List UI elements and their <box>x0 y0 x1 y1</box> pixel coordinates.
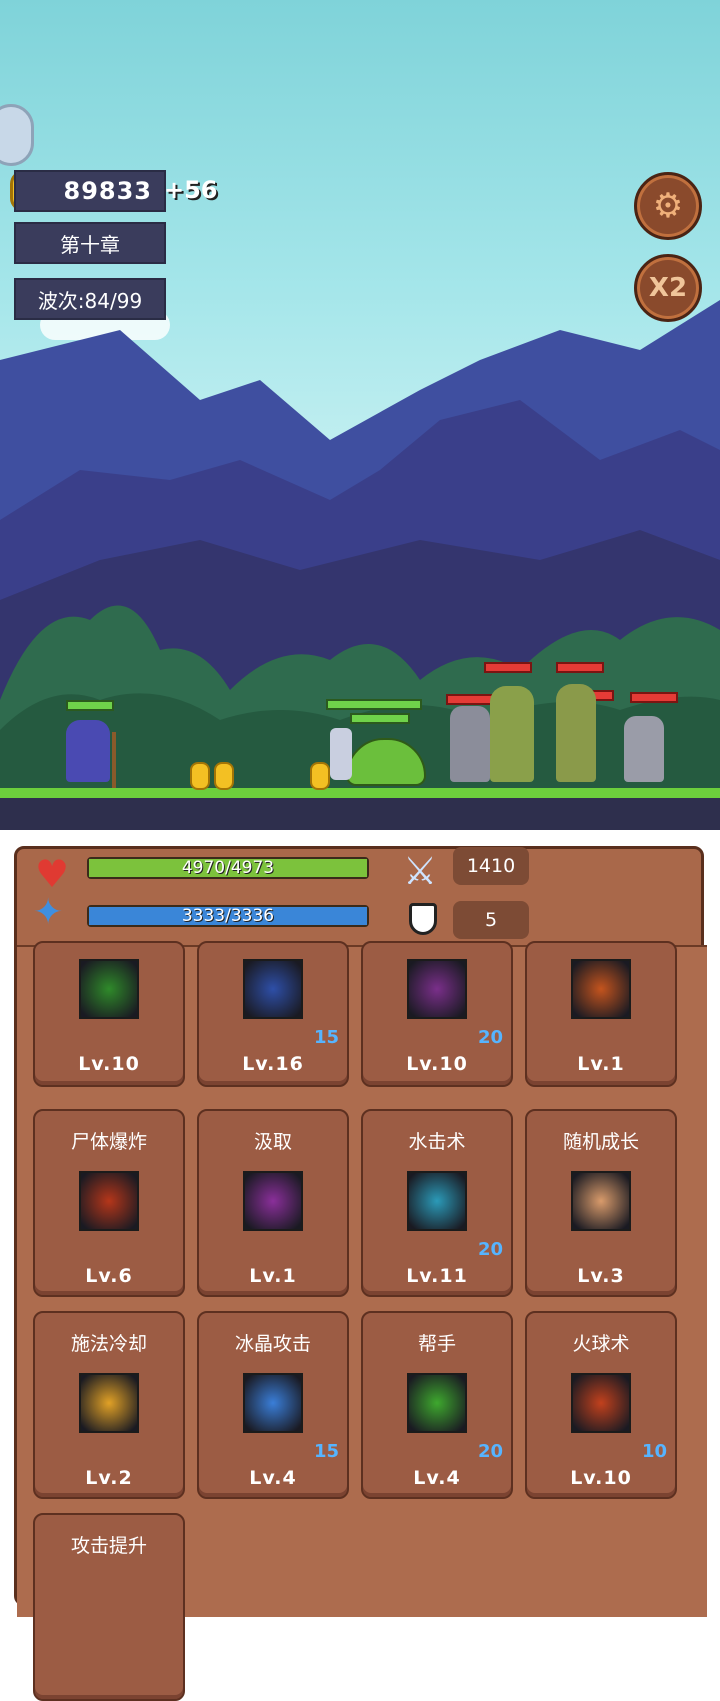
shield-icon <box>409 903 437 935</box>
skill-card[interactable]: 15 Lv.16 <box>197 941 349 1087</box>
skill-count: 15 <box>313 1027 339 1048</box>
attack-value: 1410 <box>453 847 529 885</box>
skill-level: Lv.1 <box>249 1265 297 1287</box>
battle-scene: 89833 +56 第十章 波次:84/99 ⚙ X2 <box>0 0 720 830</box>
gold-display: 89833 <box>14 170 166 212</box>
skill-level: Lv.11 <box>406 1265 468 1287</box>
skill-name: 水击术 <box>408 1131 466 1153</box>
skill-icon <box>571 959 631 1019</box>
gear-icon: ⚙ <box>652 186 684 226</box>
skill-level: Lv.2 <box>85 1467 133 1489</box>
skill-card[interactable]: 尸体爆炸 Lv.6 <box>33 1109 185 1297</box>
skill-level: Lv.1 <box>577 1053 625 1075</box>
speed-label: X2 <box>648 273 688 303</box>
skill-level: Lv.10 <box>406 1053 468 1075</box>
skill-count: 20 <box>477 1239 503 1260</box>
skill-card[interactable]: Lv.1 <box>525 941 677 1087</box>
hp-text: 4970/4973 <box>181 858 275 878</box>
mp-text: 3333/3336 <box>181 906 275 926</box>
skill-icon <box>79 1171 139 1231</box>
skill-card[interactable]: Lv.10 <box>33 941 185 1087</box>
enemy-hp-bar <box>630 692 678 703</box>
gold-gain: +56 <box>164 176 218 204</box>
chapter-label: 第十章 <box>14 222 166 264</box>
gold-amount: 89833 <box>63 177 152 205</box>
skill-level: Lv.10 <box>570 1467 632 1489</box>
skill-card[interactable]: 火球术 10 Lv.10 <box>525 1311 677 1499</box>
wizard-staff <box>112 732 116 788</box>
gold-coin-drop <box>214 762 234 790</box>
skill-card[interactable]: 水击术 20 Lv.11 <box>361 1109 513 1297</box>
armored-enemy <box>624 716 664 782</box>
skill-name: 随机成长 <box>562 1131 639 1153</box>
skill-icon <box>243 1373 303 1433</box>
goblin-enemy <box>490 686 534 782</box>
skill-card[interactable]: 施法冷却 Lv.2 <box>33 1311 185 1499</box>
ghost-avatar-icon[interactable] <box>0 104 34 166</box>
skill-level: Lv.10 <box>78 1053 140 1075</box>
skill-level: Lv.6 <box>85 1265 133 1287</box>
skill-count: 10 <box>641 1441 667 1462</box>
skill-name: 施法冷却 <box>70 1333 147 1355</box>
skill-icon <box>407 1373 467 1433</box>
player-hp-bar <box>66 700 114 711</box>
skill-name: 汲取 <box>253 1131 292 1153</box>
wizard-player <box>66 720 110 782</box>
skill-count: 20 <box>477 1027 503 1048</box>
skill-icon <box>571 1373 631 1433</box>
armored-enemy <box>450 706 490 782</box>
skill-card[interactable]: 攻击提升 <box>33 1513 185 1701</box>
gold-coin-drop <box>310 762 330 790</box>
skill-icon <box>79 959 139 1019</box>
wave-label: 波次:84/99 <box>14 278 166 320</box>
skill-icon <box>243 959 303 1019</box>
speed-x2-button[interactable]: X2 <box>634 254 702 322</box>
skill-name: 冰晶攻击 <box>234 1333 311 1355</box>
skill-level: Lv.3 <box>577 1265 625 1287</box>
skill-card[interactable]: 冰晶攻击 15 Lv.4 <box>197 1311 349 1499</box>
skill-name: 尸体爆炸 <box>70 1131 147 1153</box>
skill-level: Lv.4 <box>249 1467 297 1489</box>
skill-name: 帮手 <box>417 1333 456 1355</box>
heart-icon: ♥ <box>35 852 70 896</box>
skill-icon <box>407 1171 467 1231</box>
skill-card[interactable]: 随机成长 Lv.3 <box>525 1109 677 1297</box>
ally-hp-bar <box>326 699 422 710</box>
settings-button[interactable]: ⚙ <box>634 172 702 240</box>
mp-bar: 3333/3336 <box>87 905 369 927</box>
skill-count: 15 <box>313 1441 339 1462</box>
skill-icon <box>243 1171 303 1231</box>
skill-icon <box>571 1171 631 1231</box>
skill-card[interactable]: 帮手 20 Lv.4 <box>361 1311 513 1499</box>
skill-level: Lv.16 <box>242 1053 304 1075</box>
ghost-knight <box>330 728 352 780</box>
defense-value: 5 <box>453 901 529 939</box>
skill-icon <box>79 1373 139 1433</box>
goblin-enemy <box>556 684 596 782</box>
skill-level: Lv.4 <box>413 1467 461 1489</box>
skill-count: 20 <box>477 1441 503 1462</box>
skill-grid: Lv.10 15 Lv.16 20 Lv.10 Lv.1 尸体爆炸 Lv.6 汲取 Lv.1 水击术… <box>17 941 707 1701</box>
skill-card[interactable]: 20 Lv.10 <box>361 941 513 1087</box>
slime-hp-bar <box>350 713 410 724</box>
skill-icon <box>407 959 467 1019</box>
skill-name: 攻击提升 <box>70 1535 147 1557</box>
status-panel: ♥ 4970/4973 ✦ 3333/3336 ⚔ 1410 5 Lv.10 15… <box>14 846 707 1701</box>
skill-card[interactable]: 汲取 Lv.1 <box>197 1109 349 1297</box>
skill-name: 火球术 <box>572 1333 630 1355</box>
enemy-hp-bar <box>484 662 532 673</box>
hp-bar: 4970/4973 <box>87 857 369 879</box>
mana-star-icon: ✦ <box>33 892 64 933</box>
enemy-hp-bar <box>446 694 494 705</box>
gold-coin-drop <box>190 762 210 790</box>
enemy-hp-bar <box>556 662 604 673</box>
sword-icon: ⚔ <box>403 849 438 893</box>
